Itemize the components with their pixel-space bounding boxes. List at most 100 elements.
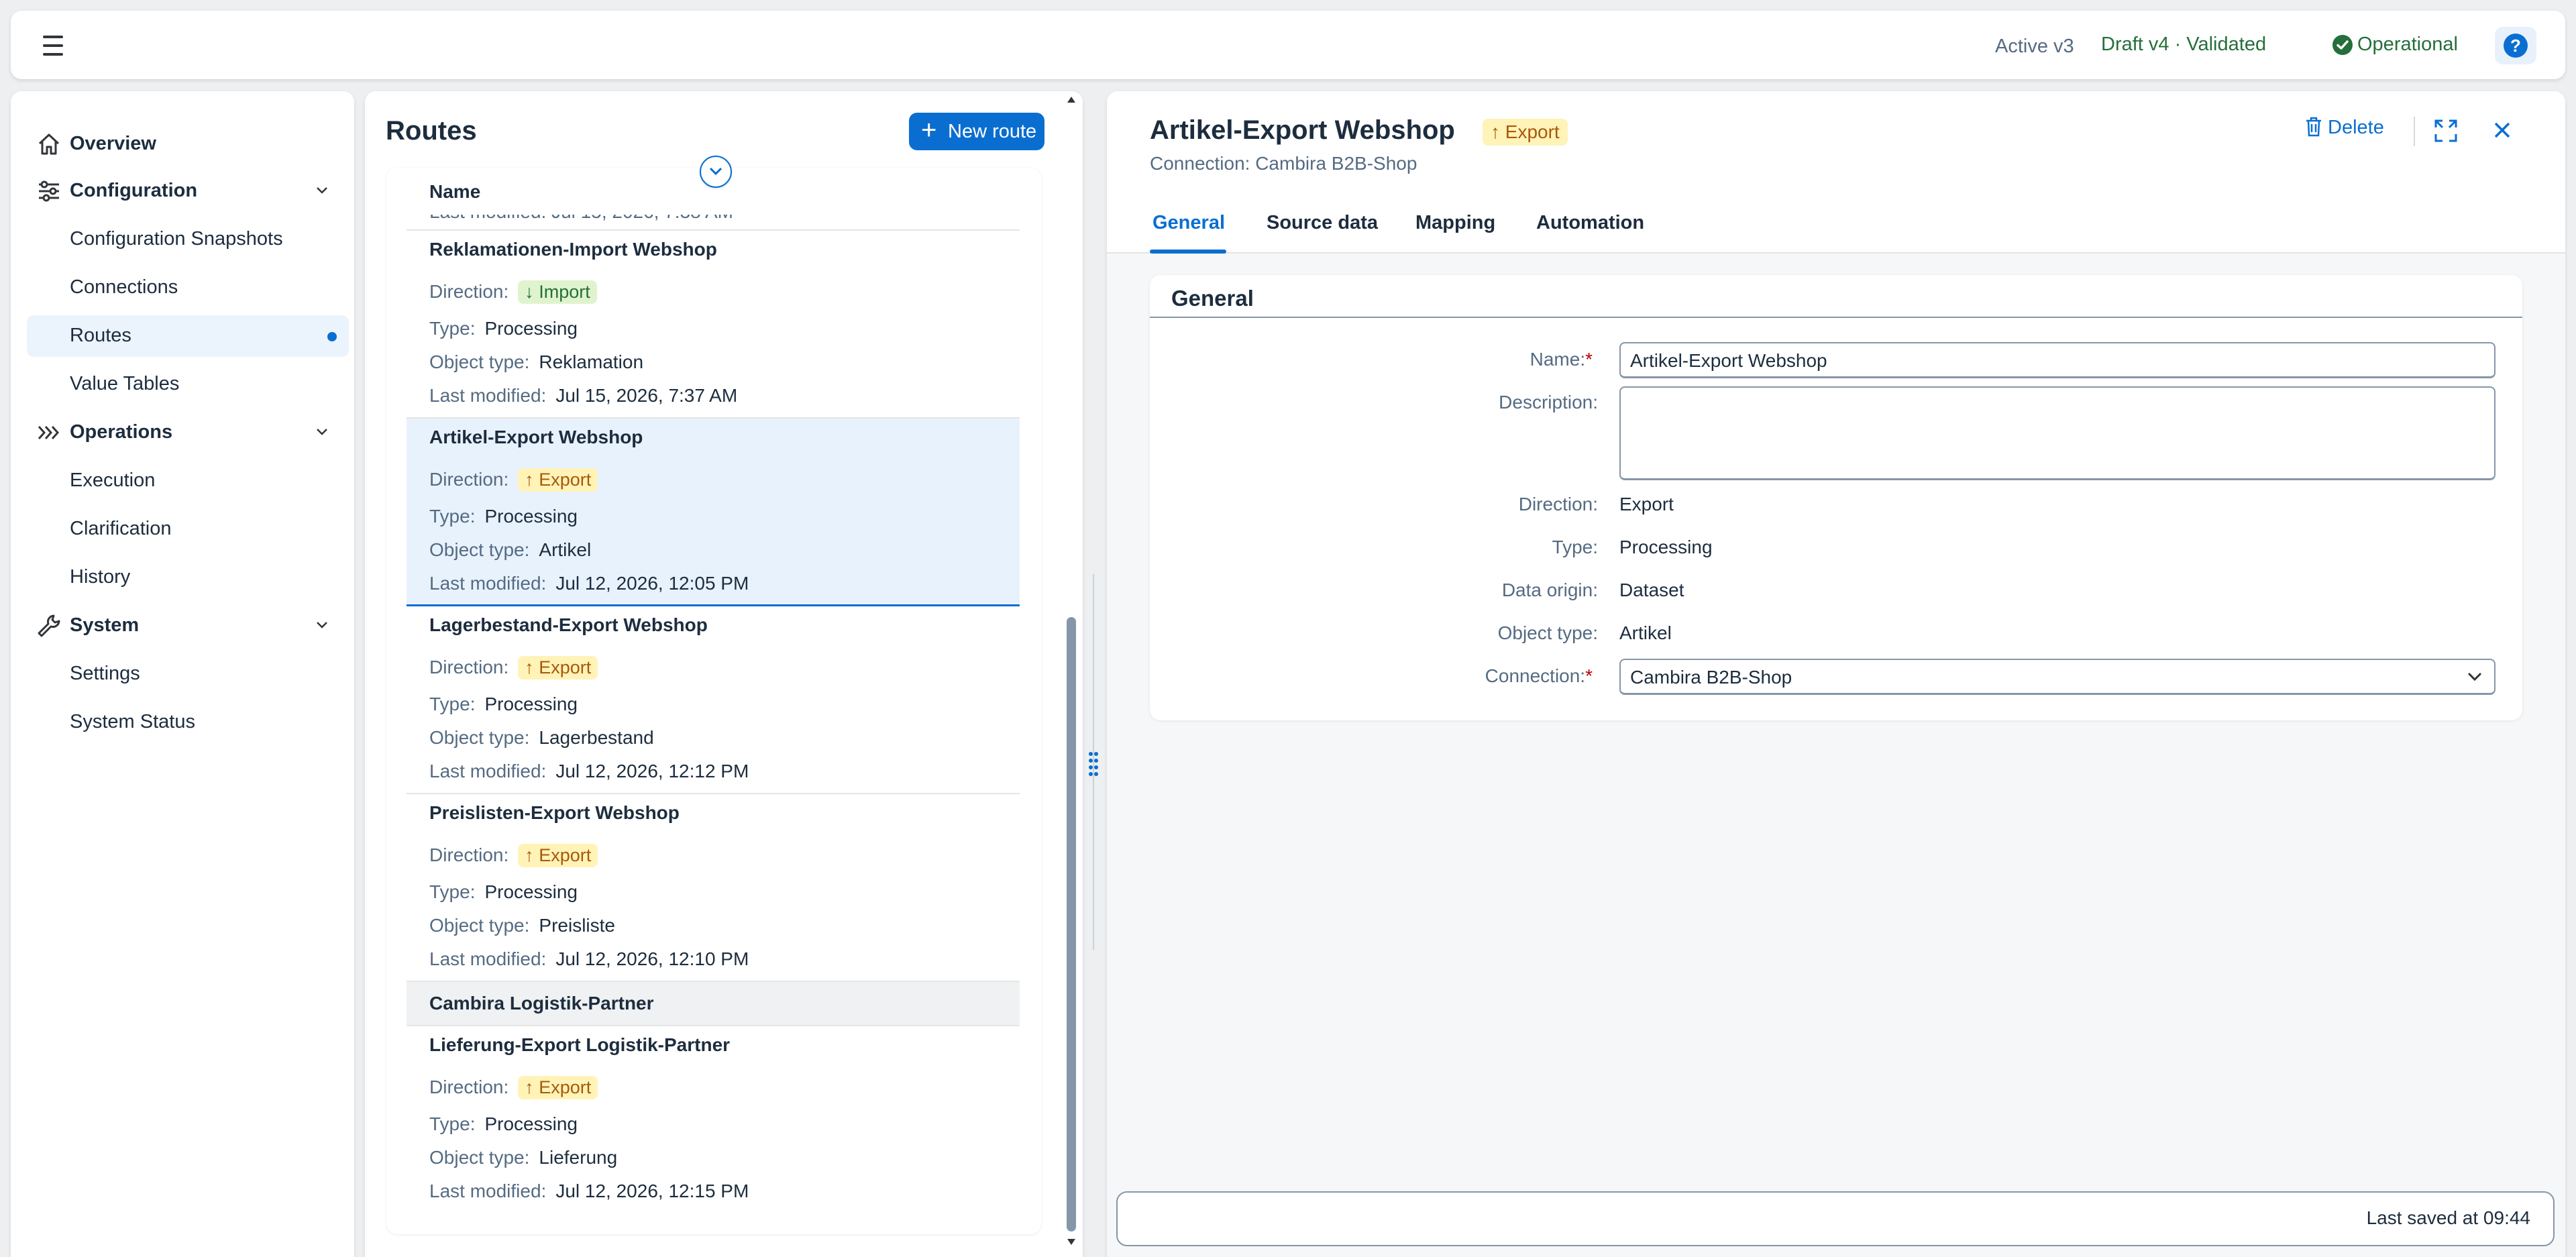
object-type-label: Object type:	[429, 727, 530, 748]
route-name: Reklamationen-Import Webshop	[429, 239, 717, 260]
help-button[interactable]: ?	[2495, 27, 2536, 64]
object-type-value: Lieferung	[539, 1147, 618, 1168]
nav-value-tables[interactable]: Value Tables	[11, 364, 354, 405]
direction-label: Direction:	[429, 1077, 509, 1097]
drag-handle-icon[interactable]	[1087, 750, 1100, 777]
name-input[interactable]: Artikel-Export Webshop	[1619, 342, 2496, 378]
tab-general[interactable]: General	[1152, 212, 1225, 234]
last-modified-value: Jul 15, 2026, 7:37 AM	[555, 385, 738, 406]
object-type-value: Artikel	[539, 539, 592, 560]
scroll-down-arrow-icon[interactable]	[1067, 1238, 1076, 1246]
last-modified-value: Jul 12, 2026, 12:10 PM	[555, 948, 749, 969]
direction-badge: ↑ Export	[518, 844, 598, 867]
expand-icon[interactable]	[2433, 118, 2459, 144]
tab-mapping[interactable]: Mapping	[1415, 212, 1495, 234]
chevron-down-icon[interactable]	[315, 184, 329, 197]
direction-badge: ↑ Export	[518, 1076, 598, 1099]
tab-source-data[interactable]: Source data	[1267, 212, 1378, 234]
nav-operations[interactable]: Operations	[11, 412, 354, 453]
selected-indicator	[327, 332, 337, 341]
collapse-header-button[interactable]	[700, 156, 732, 188]
new-route-button[interactable]: + New route	[909, 113, 1044, 150]
object-type-value: Reklamation	[539, 351, 644, 372]
nav-system-status[interactable]: System Status	[11, 702, 354, 743]
required-mark: *	[1585, 665, 1593, 686]
last-modified-label: Last modified:	[429, 1181, 547, 1201]
connection-label: Connection:*	[1485, 665, 1593, 686]
data-origin-value: Dataset	[1619, 580, 1684, 600]
object-type-label: Object type:	[429, 915, 530, 936]
scroll-up-arrow-icon[interactable]	[1067, 95, 1076, 103]
object-type-label: Object type:	[429, 539, 530, 560]
tab-automation[interactable]: Automation	[1536, 212, 1644, 234]
new-route-label: New route	[948, 121, 1037, 142]
description-label: Description:	[1499, 392, 1598, 413]
last-modified-label: Last modified:	[429, 761, 547, 781]
nav-clarification[interactable]: Clarification	[11, 508, 354, 550]
footer-bar: Last saved at 09:44	[1116, 1191, 2555, 1246]
direction-badge: ↑ Export	[518, 468, 598, 492]
nav-configuration-snapshots[interactable]: Configuration Snapshots	[11, 219, 354, 260]
side-navigation: Overview Configuration Configuration Sna…	[11, 91, 354, 1257]
nav-configuration[interactable]: Configuration	[11, 170, 354, 212]
required-mark: *	[1585, 349, 1593, 370]
scrollbar-thumb[interactable]	[1067, 617, 1076, 1232]
chevron-down-icon[interactable]	[315, 618, 329, 632]
menu-icon[interactable]	[30, 24, 76, 67]
detail-direction-badge: ↑ Export	[1483, 119, 1568, 146]
active-version-label: Active v3	[1995, 36, 2074, 57]
type-label: Type:	[429, 318, 476, 339]
nav-label: Operations	[70, 421, 173, 443]
route-item[interactable]: Lagerbestand-Export Webshop Direction: ↑ …	[407, 606, 1020, 794]
direction-label: Direction:	[429, 657, 509, 677]
delete-label: Delete	[2328, 117, 2384, 138]
connection-selected-value: Cambira B2B-Shop	[1630, 667, 1792, 688]
wrench-icon	[38, 614, 60, 637]
column-header-name[interactable]: Name	[429, 181, 480, 203]
route-name: Preislisten-Export Webshop	[429, 802, 680, 823]
header-separator	[2414, 117, 2415, 146]
last-modified-label: Last modified:	[429, 573, 547, 594]
nav-connections[interactable]: Connections	[11, 267, 354, 309]
chevron-down-icon	[709, 167, 722, 176]
direction-badge: ↑ Export	[518, 656, 598, 679]
route-item[interactable]: Lieferung-Export Logistik-Partner Direct…	[407, 1026, 1020, 1214]
routes-list: Last modified: Jul 15, 2026, 7:38 AM Rek…	[407, 215, 1020, 1221]
last-modified-value: Jul 12, 2026, 12:15 PM	[555, 1181, 749, 1201]
type-value: Processing	[484, 881, 578, 902]
nav-label: System	[70, 614, 140, 636]
nav-label: Connections	[70, 276, 178, 298]
type-label: Type:	[429, 694, 476, 714]
type-value: Processing	[484, 318, 578, 339]
detail-title: Artikel-Export Webshop	[1150, 115, 1455, 145]
last-modified-value: Jul 12, 2026, 12:05 PM	[555, 573, 749, 594]
nav-execution[interactable]: Execution	[11, 460, 354, 502]
nav-routes[interactable]: Routes	[27, 315, 349, 357]
nav-overview[interactable]: Overview	[11, 123, 354, 165]
connection-select[interactable]: Cambira B2B-Shop	[1619, 659, 2496, 695]
object-type-label: Object type:	[1497, 622, 1598, 643]
nav-label: Execution	[70, 470, 156, 491]
route-item[interactable]: Preislisten-Export Webshop Direction: ↑ E…	[407, 794, 1020, 982]
chevron-down-icon[interactable]	[315, 425, 329, 439]
object-type-value: Lagerbestand	[539, 727, 654, 748]
nav-system[interactable]: System	[11, 605, 354, 647]
nav-label: Value Tables	[70, 373, 180, 394]
detail-subtitle: Connection: Cambira B2B-Shop	[1150, 153, 1417, 174]
nav-settings[interactable]: Settings	[11, 653, 354, 695]
type-label: Type:	[429, 506, 476, 527]
data-origin-label: Data origin:	[1501, 580, 1598, 600]
check-circle-icon	[2332, 35, 2353, 55]
panel-splitter[interactable]	[1083, 91, 1106, 1257]
route-item[interactable]: Reklamationen-Import Webshop Direction: ↓…	[407, 231, 1020, 419]
delete-button[interactable]: Delete	[2305, 117, 2384, 139]
direction-label: Direction:	[1518, 494, 1598, 514]
description-textarea[interactable]	[1619, 386, 2496, 480]
close-icon[interactable]	[2490, 118, 2514, 142]
route-item-selected[interactable]: Artikel-Export Webshop Direction: ↑ Expor…	[407, 419, 1020, 606]
nav-history[interactable]: History	[11, 557, 354, 598]
direction-label: Direction:	[429, 281, 509, 302]
draft-version-label: Draft v4 · Validated	[2101, 34, 2267, 55]
route-name: Lieferung-Export Logistik-Partner	[429, 1034, 731, 1055]
object-type-label: Object type:	[429, 351, 530, 372]
